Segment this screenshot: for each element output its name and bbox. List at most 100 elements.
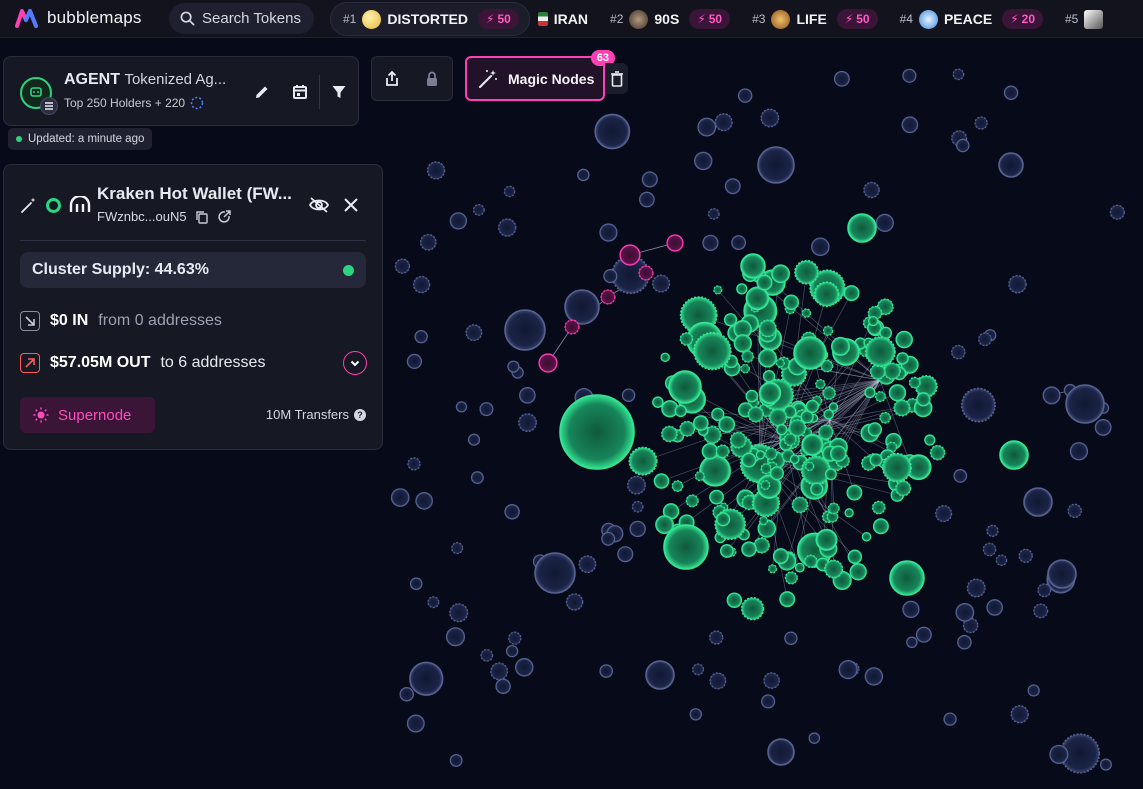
magic-nodes-button[interactable]: Magic Nodes 63 xyxy=(465,50,615,101)
green-holder-bubble[interactable] xyxy=(888,384,907,402)
trending-item[interactable]: #2 90S ⚡ 50 xyxy=(598,2,740,36)
blue-holder-bubble[interactable] xyxy=(864,667,884,686)
blue-holder-bubble[interactable] xyxy=(724,178,741,195)
blue-holder-bubble[interactable] xyxy=(465,324,483,342)
trending-item[interactable]: #3 LIFE ⚡ 50 xyxy=(740,2,888,36)
green-holder-bubble[interactable] xyxy=(736,283,748,295)
blue-holder-bubble[interactable] xyxy=(760,108,780,128)
green-holder-bubble[interactable] xyxy=(815,528,838,551)
blue-holder-bubble[interactable] xyxy=(761,694,776,709)
green-holder-bubble[interactable] xyxy=(883,362,901,380)
green-holder-bubble[interactable] xyxy=(846,484,863,501)
green-holder-bubble[interactable] xyxy=(879,411,892,424)
green-holder-bubble[interactable] xyxy=(793,336,827,370)
close-icon[interactable] xyxy=(344,198,358,212)
blue-holder-bubble[interactable] xyxy=(505,644,519,658)
blue-holder-bubble[interactable] xyxy=(578,555,597,574)
blue-holder-bubble[interactable] xyxy=(414,329,428,344)
green-holder-bubble[interactable] xyxy=(709,489,725,505)
blue-holder-bubble[interactable] xyxy=(470,471,484,485)
green-holder-bubble[interactable] xyxy=(733,334,753,353)
blue-holder-bubble[interactable] xyxy=(445,627,466,647)
blue-holder-bubble[interactable] xyxy=(621,388,636,402)
pink-holder-bubble[interactable] xyxy=(564,319,580,335)
blue-holder-bubble[interactable] xyxy=(409,577,423,591)
pink-holder-bubble[interactable] xyxy=(600,289,616,305)
blue-holder-bubble[interactable] xyxy=(943,712,957,726)
green-holder-bubble[interactable] xyxy=(767,564,778,574)
green-holder-bubble[interactable] xyxy=(769,466,784,481)
green-holder-bubble[interactable] xyxy=(895,330,913,349)
green-holder-bubble[interactable] xyxy=(794,562,805,573)
blue-holder-bubble[interactable] xyxy=(1033,603,1049,619)
expand-outflow-button[interactable] xyxy=(343,351,367,375)
green-holder-bubble[interactable] xyxy=(822,325,834,337)
blue-holder-bubble[interactable] xyxy=(982,542,997,557)
green-holder-bubble[interactable] xyxy=(741,350,754,363)
green-holder-bubble[interactable] xyxy=(779,591,796,608)
green-holder-bubble[interactable] xyxy=(679,332,694,346)
blue-holder-bubble[interactable] xyxy=(1049,744,1069,764)
green-holder-bubble[interactable] xyxy=(772,548,789,565)
edit-button[interactable] xyxy=(243,73,281,111)
green-holder-bubble[interactable] xyxy=(896,352,909,365)
green-holder-bubble[interactable] xyxy=(694,470,705,482)
green-holder-bubble[interactable] xyxy=(824,559,844,579)
blue-holder-bubble[interactable] xyxy=(641,171,658,188)
blue-holder-bubble[interactable] xyxy=(508,631,522,645)
blue-holder-bubble[interactable] xyxy=(519,387,536,404)
green-holder-bubble[interactable] xyxy=(699,454,732,487)
blue-holder-bubble[interactable] xyxy=(518,413,538,433)
blue-holder-bubble[interactable] xyxy=(507,360,520,373)
green-holder-bubble[interactable] xyxy=(889,560,925,596)
green-holder-bubble[interactable] xyxy=(827,502,840,515)
blue-holder-bubble[interactable] xyxy=(986,524,999,538)
trending-item[interactable]: #4 PEACE ⚡ 20 xyxy=(888,2,1053,36)
blue-holder-bubble[interactable] xyxy=(480,648,494,662)
blue-holder-bubble[interactable] xyxy=(495,678,511,694)
green-holder-bubble[interactable] xyxy=(929,444,946,461)
blue-holder-bubble[interactable] xyxy=(950,344,966,360)
green-holder-bubble[interactable] xyxy=(847,549,863,564)
blue-holder-bubble[interactable] xyxy=(1047,559,1077,589)
green-holder-bubble[interactable] xyxy=(729,431,747,449)
supernode-button[interactable]: Supernode xyxy=(20,397,155,433)
blue-holder-bubble[interactable] xyxy=(935,505,953,523)
blue-holder-bubble[interactable] xyxy=(406,714,425,733)
green-holder-bubble[interactable] xyxy=(784,571,798,585)
blue-holder-bubble[interactable] xyxy=(629,520,646,538)
green-holder-bubble[interactable] xyxy=(824,468,837,481)
delete-magic-nodes-button[interactable] xyxy=(605,63,628,94)
blue-holder-bubble[interactable] xyxy=(412,275,431,294)
green-holder-bubble[interactable] xyxy=(867,422,883,437)
green-holder-bubble[interactable] xyxy=(864,386,876,399)
green-holder-bubble[interactable] xyxy=(783,294,800,311)
green-holder-bubble[interactable] xyxy=(924,434,936,446)
green-holder-bubble[interactable] xyxy=(760,463,772,475)
blue-holder-bubble[interactable] xyxy=(714,113,733,132)
green-holder-bubble[interactable] xyxy=(740,363,750,374)
green-holder-bubble[interactable] xyxy=(789,454,800,465)
green-holder-bubble[interactable] xyxy=(849,563,867,581)
share-button[interactable] xyxy=(372,59,412,99)
green-holder-bubble[interactable] xyxy=(758,348,777,368)
blue-holder-bubble[interactable] xyxy=(763,672,780,689)
green-holder-bubble[interactable] xyxy=(776,424,788,436)
green-holder-bubble[interactable] xyxy=(871,500,886,515)
lock-button[interactable] xyxy=(412,59,452,99)
help-icon[interactable]: ? xyxy=(354,408,366,421)
green-holder-bubble[interactable] xyxy=(830,336,850,356)
blue-holder-bubble[interactable] xyxy=(906,636,918,649)
calendar-button[interactable] xyxy=(281,73,319,111)
blue-holder-bubble[interactable] xyxy=(737,88,753,103)
blue-holder-bubble[interactable] xyxy=(707,208,720,220)
green-holder-bubble[interactable] xyxy=(701,442,719,460)
blue-holder-bubble[interactable] xyxy=(479,402,494,417)
trending-item[interactable]: #1 DISTORTED ⚡ 50 xyxy=(330,2,530,36)
green-holder-bubble[interactable] xyxy=(794,259,819,285)
blue-holder-bubble[interactable] xyxy=(956,138,970,153)
green-holder-bubble[interactable] xyxy=(715,444,730,459)
blue-holder-bubble[interactable] xyxy=(407,457,421,471)
blue-holder-bubble[interactable] xyxy=(426,161,446,180)
green-holder-bubble[interactable] xyxy=(719,544,734,558)
